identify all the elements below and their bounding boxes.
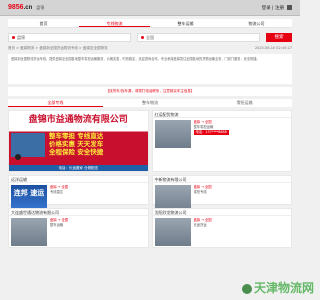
company-card[interactable]: 中新物流有限公司 盘锦 → 全国 零担专线 bbox=[151, 175, 292, 213]
company-grid: 盘锦市益通物流有限公司 整车零担 专线直达 价格实惠 天天发车 全程保险 安全快… bbox=[8, 110, 292, 248]
company-info: 盘锦 → 全国 长途货运 bbox=[193, 218, 212, 227]
site-watermark: 天津物流网 bbox=[241, 279, 314, 296]
breadcrumb: 首页 > 盘锦物流 > 盘锦到全国货运物流专线 > 盘锦至全国物流 2025-0… bbox=[8, 46, 292, 51]
company-card[interactable]: 远洋运输 连邦 速运 盘锦 → 全国 专线直达 bbox=[8, 175, 149, 213]
nav-home[interactable]: 首页 bbox=[8, 19, 79, 27]
company-card[interactable]: 红运配货物流 盘锦 → 全国 整车零担运输 电话：137****6688 bbox=[151, 110, 292, 172]
top-bar: 9856.cn 盘锦 登录 | 注册 bbox=[0, 0, 300, 16]
company-photo bbox=[154, 218, 191, 246]
to-city-input[interactable]: 全国 bbox=[137, 33, 260, 42]
login-link[interactable]: 登录 | 注册 bbox=[262, 4, 292, 11]
main-nav: 首页 专线物流 整车运输 物流公司 bbox=[8, 19, 292, 28]
nav-dedicated-line[interactable]: 专线物流 bbox=[79, 19, 150, 27]
search-button[interactable]: 搜索 bbox=[266, 33, 292, 42]
company-title[interactable]: 大连盛世通达物流有限公司 bbox=[9, 209, 148, 216]
company-title[interactable]: 红运配货物流 bbox=[152, 111, 291, 118]
company-card[interactable]: 大连盛世通达物流有限公司 盘锦 → 全国 整车运输 bbox=[8, 208, 149, 248]
company-info: 盘锦 → 全国 整车零担运输 电话：137****6688 bbox=[193, 120, 229, 135]
banner-stripe: 电话：长途搬家 仓储配送 bbox=[9, 165, 148, 171]
company-photo bbox=[11, 218, 47, 246]
ad-banner-card[interactable]: 盘锦市益通物流有限公司 整车零担 专线直达 价格实惠 天天发车 全程保险 安全快… bbox=[8, 110, 149, 172]
banner-slogans: 整车零担 专线直达 价格实惠 天天发车 全程保险 安全快捷 bbox=[49, 132, 104, 156]
notice-banner: 【找货车/找车源，请拨打电话联系，注意核实车主信息】 bbox=[8, 87, 292, 96]
nav-full-truck[interactable]: 整车运输 bbox=[150, 19, 221, 27]
from-city-input[interactable]: 盘锦 bbox=[8, 33, 131, 42]
update-time: 2025-06-10 02:45:27 bbox=[254, 46, 292, 50]
line-tabs: 全部专线 整车物流 零担运输 bbox=[8, 99, 292, 107]
tab-all-lines[interactable]: 全部专线 bbox=[8, 99, 103, 107]
company-photo bbox=[154, 120, 191, 148]
company-info: 盘锦 → 全国 整车运输 bbox=[50, 218, 69, 227]
banner-title: 盘锦市益通物流有限公司 bbox=[28, 115, 128, 125]
company-card[interactable]: 沈阳欣龙物流公司 盘锦 → 全国 长途货运 bbox=[151, 208, 292, 248]
breadcrumb-path[interactable]: 首页 > 盘锦物流 > 盘锦到全国货运物流专线 > 盘锦至全国物流 bbox=[8, 46, 107, 51]
qr-icon bbox=[287, 4, 292, 10]
location-icon bbox=[141, 36, 144, 39]
tab-ltl[interactable]: 零担运输 bbox=[197, 99, 292, 107]
ad-banner: 盘锦市益通物流有限公司 整车零担 专线直达 价格实惠 天天发车 全程保险 安全快… bbox=[9, 111, 148, 171]
tab-full-truck[interactable]: 整车物流 bbox=[103, 99, 198, 107]
page-description: 盘锦到全国物流货运专线，提供盘锦至全国各地整车零担运输服务，价格实惠，时效稳定，… bbox=[8, 54, 292, 84]
location-icon bbox=[12, 36, 15, 39]
company-title[interactable]: 远洋运输 bbox=[9, 176, 148, 183]
watermark-icon bbox=[241, 283, 252, 294]
city-selector[interactable]: 盘锦 bbox=[36, 5, 44, 11]
search-bar: 盘锦 全国 搜索 bbox=[8, 33, 292, 42]
site-logo[interactable]: 9856.cn bbox=[8, 4, 32, 11]
nav-company[interactable]: 物流公司 bbox=[221, 19, 292, 27]
truck-image bbox=[11, 133, 45, 160]
company-title[interactable]: 沈阳欣龙物流公司 bbox=[152, 209, 291, 216]
company-title[interactable]: 中新物流有限公司 bbox=[152, 176, 291, 183]
